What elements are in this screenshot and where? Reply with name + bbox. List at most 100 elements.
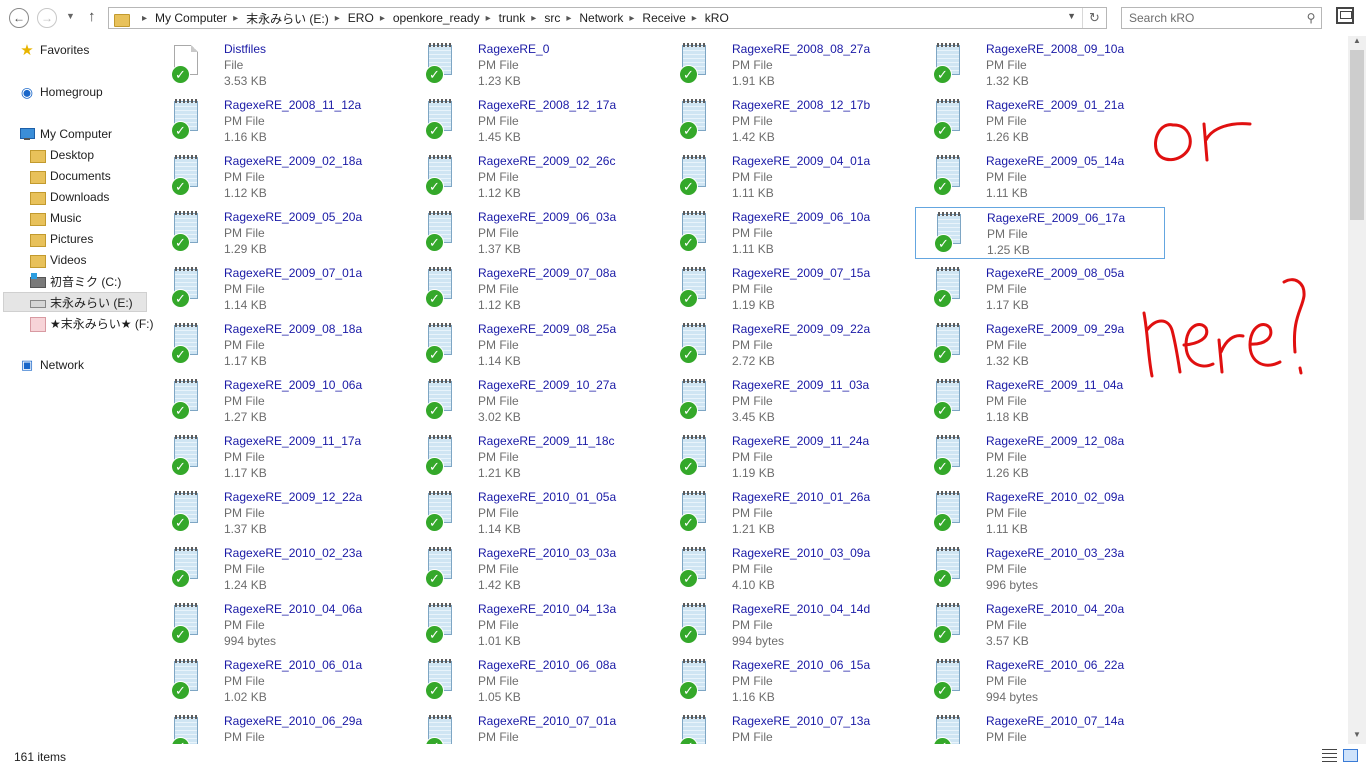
breadcrumb-separator-icon[interactable]: ▸ <box>335 13 340 24</box>
back-arrow-icon[interactable]: ← <box>9 8 29 28</box>
file-tile[interactable]: ✓ RagexeRE_2010_06_15a PM File 1.16 KB <box>661 655 911 707</box>
nav-favorites[interactable]: ★ Favorites <box>19 40 89 60</box>
file-tile[interactable]: ✓ RagexeRE_2008_08_27a PM File 1.91 KB <box>661 39 911 91</box>
nav-my-computer[interactable]: My Computer <box>19 124 112 144</box>
file-tile[interactable]: ✓ RagexeRE_2008_12_17b PM File 1.42 KB <box>661 95 911 147</box>
file-tile[interactable]: ✓ RagexeRE_2010_06_29a PM File <box>153 711 403 744</box>
address-bar[interactable]: ▸ My Computer ▸ 末永みらい (E:) ▸ ERO ▸ openk… <box>108 7 1107 29</box>
file-tile[interactable]: ✓ RagexeRE_2009_07_01a PM File 1.14 KB <box>153 263 403 315</box>
nav-videos[interactable]: Videos <box>29 250 86 270</box>
nav-documents[interactable]: Documents <box>29 166 111 186</box>
breadcrumb-src[interactable]: src <box>544 11 560 25</box>
scroll-down-arrow-icon[interactable]: ▼ <box>1348 730 1366 744</box>
file-tile[interactable]: ✓ RagexeRE_2009_04_01a PM File 1.11 KB <box>661 151 911 203</box>
file-tile[interactable]: ✓ RagexeRE_2010_04_06a PM File 994 bytes <box>153 599 403 651</box>
nav-downloads[interactable]: Downloads <box>29 187 109 207</box>
file-tile[interactable]: ✓ RagexeRE_2009_10_06a PM File 1.27 KB <box>153 375 403 427</box>
details-view-icon[interactable] <box>1322 749 1337 762</box>
file-tile[interactable]: ✓ RagexeRE_2009_02_18a PM File 1.12 KB <box>153 151 403 203</box>
file-tile[interactable]: ✓ RagexeRE_2010_04_14d PM File 994 bytes <box>661 599 911 651</box>
file-tile[interactable]: ✓ RagexeRE_2010_01_05a PM File 1.14 KB <box>407 487 657 539</box>
tiles-view-icon[interactable] <box>1343 749 1358 762</box>
file-tile[interactable]: ✓ RagexeRE_2010_01_26a PM File 1.21 KB <box>661 487 911 539</box>
breadcrumb-separator-icon[interactable]: ▸ <box>142 13 147 24</box>
file-tile[interactable]: ✓ RagexeRE_2009_06_10a PM File 1.11 KB <box>661 207 911 259</box>
breadcrumb-trunk[interactable]: trunk <box>499 11 526 25</box>
breadcrumb-kro[interactable]: kRO <box>705 11 729 25</box>
file-tile[interactable]: ✓ RagexeRE_2009_06_03a PM File 1.37 KB <box>407 207 657 259</box>
file-tile[interactable]: ✓ RagexeRE_2009_08_18a PM File 1.17 KB <box>153 319 403 371</box>
breadcrumb-separator-icon[interactable]: ▸ <box>629 13 634 24</box>
file-tile[interactable]: ✓ RagexeRE_2008_12_17a PM File 1.45 KB <box>407 95 657 147</box>
recent-locations-chevron-icon[interactable]: ▼ <box>66 11 75 21</box>
file-tile[interactable]: ✓ RagexeRE_2009_11_17a PM File 1.17 KB <box>153 431 403 483</box>
file-tile[interactable]: ✓ RagexeRE_2009_08_05a PM File 1.17 KB <box>915 263 1165 315</box>
file-tile[interactable]: ✓ RagexeRE_2010_07_13a PM File <box>661 711 911 744</box>
breadcrumb-receive[interactable]: Receive <box>642 11 685 25</box>
breadcrumb-separator-icon[interactable]: ▸ <box>233 13 238 24</box>
file-tile[interactable]: ✓ RagexeRE_2009_12_08a PM File 1.26 KB <box>915 431 1165 483</box>
search-icon[interactable]: ⚲ <box>1301 11 1321 25</box>
file-tile[interactable]: ✓ RagexeRE_0 PM File 1.23 KB <box>407 39 657 91</box>
breadcrumb-drive-e[interactable]: 末永みらい (E:) <box>246 10 329 27</box>
file-tile[interactable]: ✓ RagexeRE_2009_10_27a PM File 3.02 KB <box>407 375 657 427</box>
file-tile[interactable]: ✓ RagexeRE_2010_06_01a PM File 1.02 KB <box>153 655 403 707</box>
search-input[interactable] <box>1122 9 1301 27</box>
file-tile[interactable]: ✓ RagexeRE_2009_07_15a PM File 1.19 KB <box>661 263 911 315</box>
file-tile[interactable]: ✓ RagexeRE_2008_11_12a PM File 1.16 KB <box>153 95 403 147</box>
address-dropdown-icon[interactable]: ▼ <box>1067 11 1076 21</box>
nav-homegroup[interactable]: ◉ Homegroup <box>19 82 103 102</box>
up-arrow-icon[interactable]: ↑ <box>88 8 96 25</box>
nav-pictures[interactable]: Pictures <box>29 229 93 249</box>
breadcrumb-openkore-ready[interactable]: openkore_ready <box>393 11 480 25</box>
window-mode-icon[interactable] <box>1336 7 1354 24</box>
breadcrumb-separator-icon[interactable]: ▸ <box>380 13 385 24</box>
file-tile[interactable]: ✓ RagexeRE_2010_04_20a PM File 3.57 KB <box>915 599 1165 651</box>
file-tile[interactable]: ✓ RagexeRE_2010_07_14a PM File <box>915 711 1165 744</box>
nav-music[interactable]: Music <box>29 208 81 228</box>
breadcrumb-separator-icon[interactable]: ▸ <box>566 13 571 24</box>
file-tile[interactable]: ✓ RagexeRE_2009_06_17a PM File 1.25 KB <box>915 207 1165 259</box>
nav-drive-e[interactable]: 末永みらい (E:) <box>3 292 147 312</box>
nav-drive-c[interactable]: 初音ミク (C:) <box>29 271 121 291</box>
scroll-thumb[interactable] <box>1350 50 1364 220</box>
nav-desktop[interactable]: Desktop <box>29 145 94 165</box>
nav-drive-f[interactable]: ★末永みらい★ (F:) <box>29 313 154 333</box>
file-tile[interactable]: ✓ RagexeRE_2010_04_13a PM File 1.01 KB <box>407 599 657 651</box>
file-tile[interactable]: ✓ RagexeRE_2009_02_26c PM File 1.12 KB <box>407 151 657 203</box>
file-tile[interactable]: ✓ RagexeRE_2010_06_08a PM File 1.05 KB <box>407 655 657 707</box>
file-tile[interactable]: ✓ RagexeRE_2008_09_10a PM File 1.32 KB <box>915 39 1165 91</box>
file-tile[interactable]: ✓ RagexeRE_2009_11_24a PM File 1.19 KB <box>661 431 911 483</box>
file-tile[interactable]: ✓ RagexeRE_2009_11_04a PM File 1.18 KB <box>915 375 1165 427</box>
breadcrumb-separator-icon[interactable]: ▸ <box>531 13 536 24</box>
file-tile[interactable]: ✓ RagexeRE_2010_03_23a PM File 996 bytes <box>915 543 1165 595</box>
file-tile[interactable]: ✓ RagexeRE_2009_08_25a PM File 1.14 KB <box>407 319 657 371</box>
file-tile[interactable]: ✓ RagexeRE_2009_09_29a PM File 1.32 KB <box>915 319 1165 371</box>
file-tile[interactable]: ✓ RagexeRE_2009_01_21a PM File 1.26 KB <box>915 95 1165 147</box>
file-tile[interactable]: ✓ RagexeRE_2009_07_08a PM File 1.12 KB <box>407 263 657 315</box>
scroll-up-arrow-icon[interactable]: ▲ <box>1348 36 1366 50</box>
file-tile[interactable]: ✓ RagexeRE_2009_12_22a PM File 1.37 KB <box>153 487 403 539</box>
file-tile[interactable]: ✓ RagexeRE_2010_02_23a PM File 1.24 KB <box>153 543 403 595</box>
file-tile[interactable]: ✓ RagexeRE_2009_11_18c PM File 1.21 KB <box>407 431 657 483</box>
search-box[interactable]: ⚲ <box>1121 7 1322 29</box>
breadcrumb-ero[interactable]: ERO <box>348 11 374 25</box>
refresh-icon[interactable]: ↻ <box>1082 8 1106 28</box>
file-tile[interactable]: ✓ RagexeRE_2009_05_14a PM File 1.11 KB <box>915 151 1165 203</box>
breadcrumb-separator-icon[interactable]: ▸ <box>692 13 697 24</box>
file-tile[interactable]: ✓ RagexeRE_2009_11_03a PM File 3.45 KB <box>661 375 911 427</box>
file-tile[interactable]: ✓ RagexeRE_2010_03_03a PM File 1.42 KB <box>407 543 657 595</box>
file-tile[interactable]: ✓ RagexeRE_2009_05_20a PM File 1.29 KB <box>153 207 403 259</box>
forward-arrow-icon[interactable]: → <box>37 8 57 28</box>
breadcrumb-my-computer[interactable]: My Computer <box>155 11 227 25</box>
file-tile[interactable]: ✓ RagexeRE_2010_02_09a PM File 1.11 KB <box>915 487 1165 539</box>
vertical-scrollbar[interactable]: ▲ ▼ <box>1348 36 1366 744</box>
breadcrumb-separator-icon[interactable]: ▸ <box>486 13 491 24</box>
file-tile[interactable]: ✓ RagexeRE_2010_07_01a PM File <box>407 711 657 744</box>
file-tile[interactable]: ✓ RagexeRE_2010_06_22a PM File 994 bytes <box>915 655 1165 707</box>
file-tile[interactable]: ✓ RagexeRE_2010_03_09a PM File 4.10 KB <box>661 543 911 595</box>
nav-network[interactable]: ▣ Network <box>19 355 84 375</box>
file-tile[interactable]: ✓ Distfiles File 3.53 KB <box>153 39 403 91</box>
breadcrumb-network[interactable]: Network <box>579 11 623 25</box>
file-tile[interactable]: ✓ RagexeRE_2009_09_22a PM File 2.72 KB <box>661 319 911 371</box>
